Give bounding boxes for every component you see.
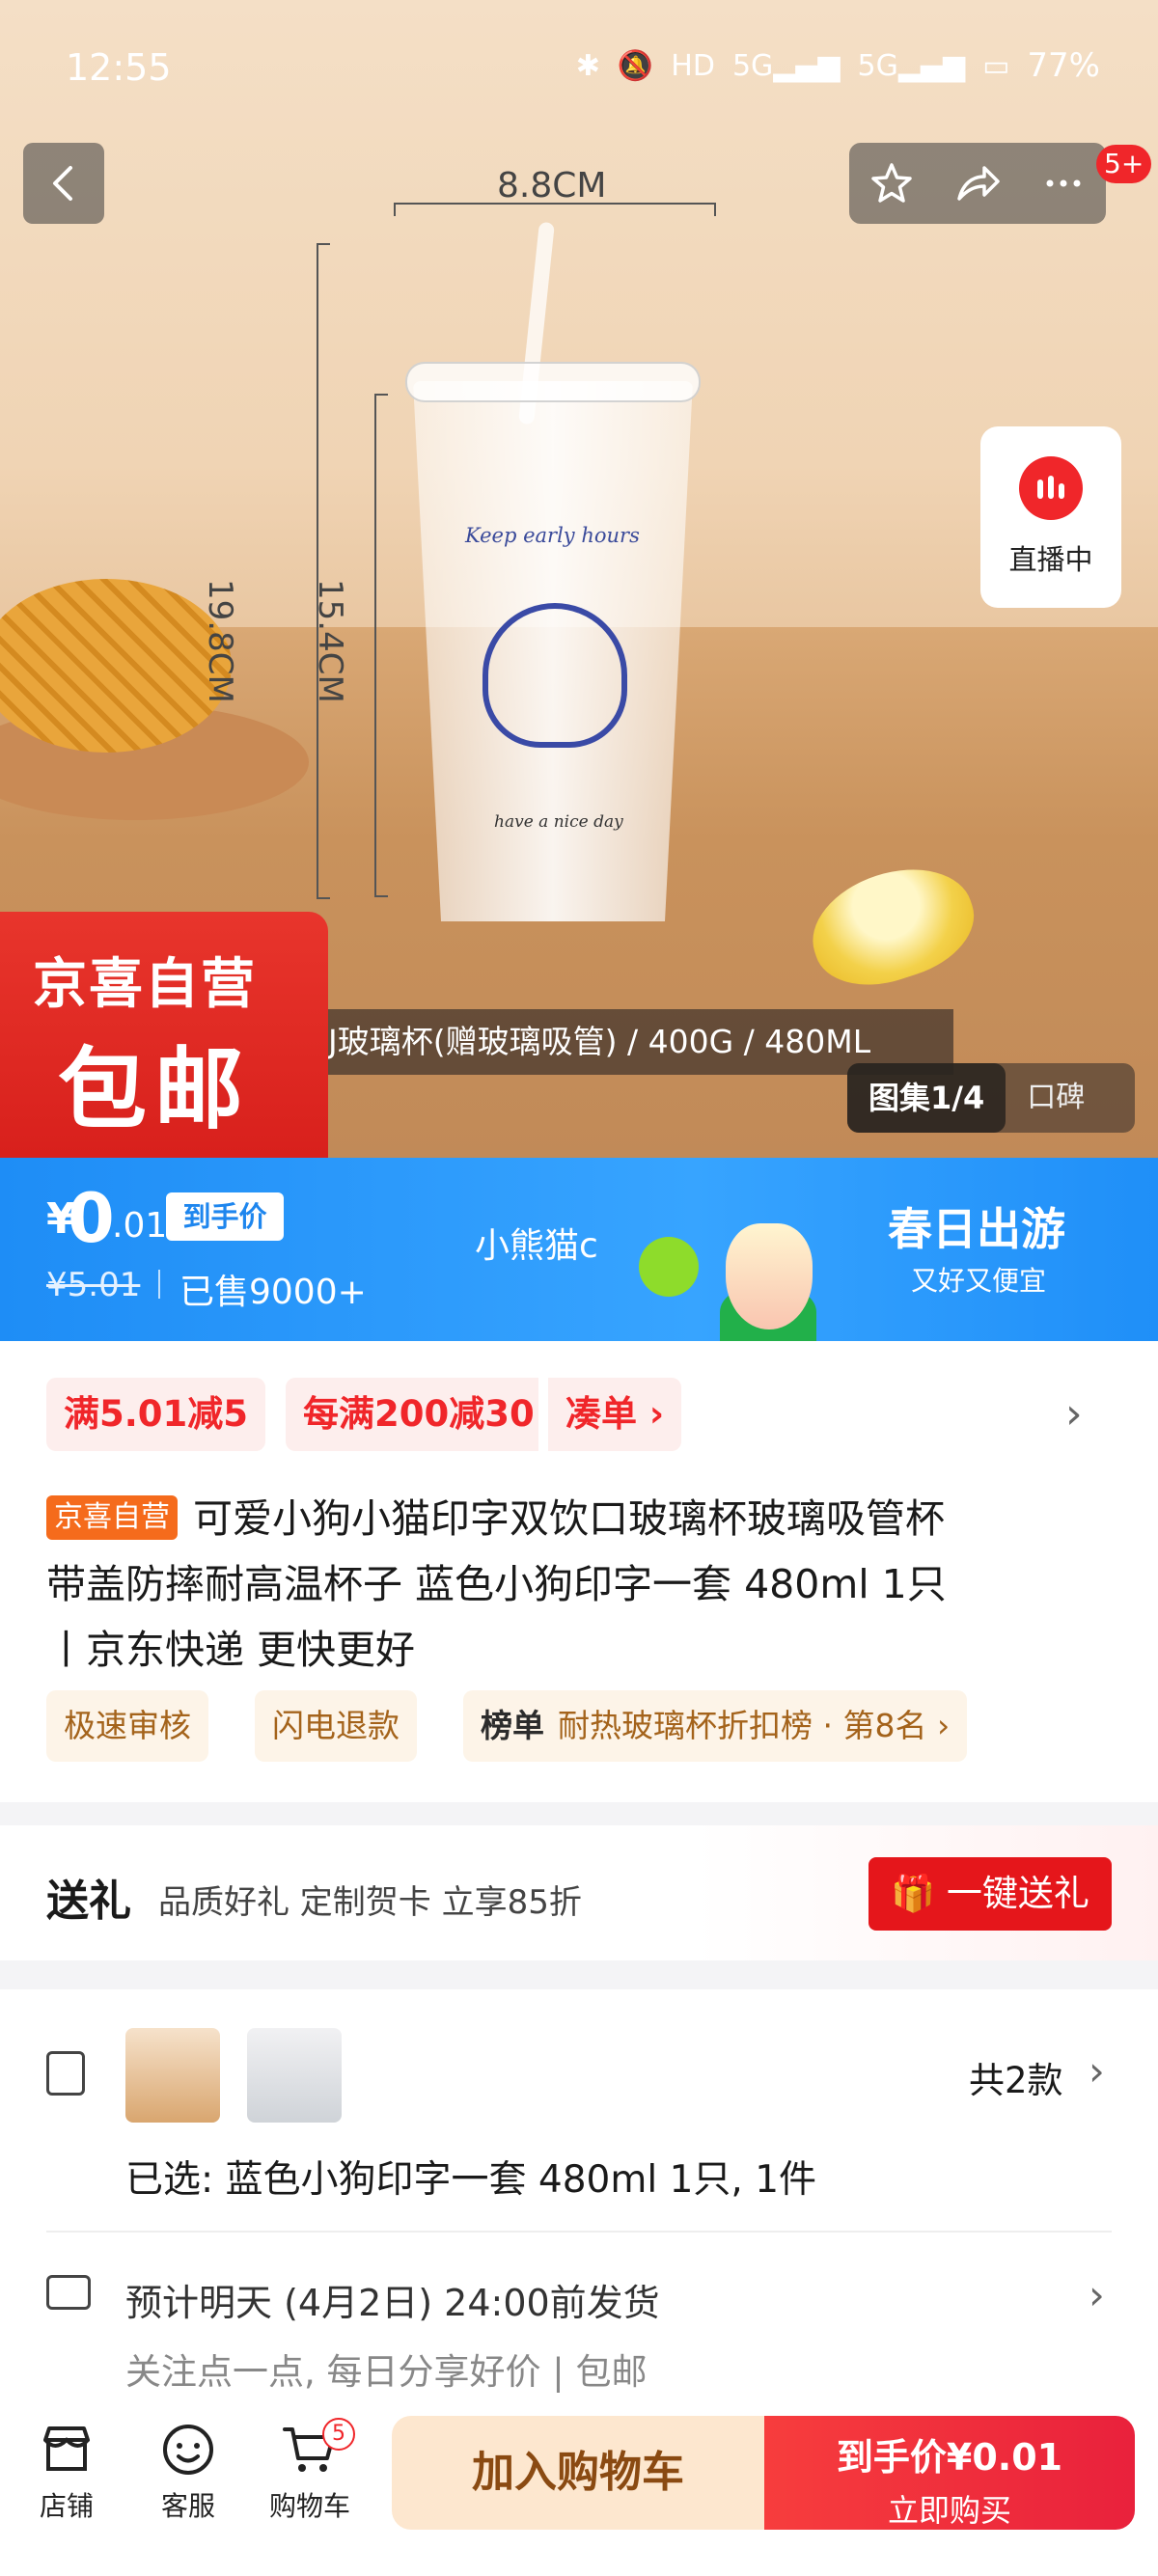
promo-watermark: 小熊猫c <box>475 1226 598 1266</box>
glass-print-bottom: have a nice day <box>494 812 623 832</box>
back-button[interactable] <box>23 143 104 224</box>
total-height-label: 19.8CM <box>201 579 239 703</box>
battery-icon: ▭ <box>982 48 1010 83</box>
shipping-estimate[interactable]: 预计明天 (4月2日) 24:00前发货 <box>125 2273 660 2326</box>
product-page: 8.8CM 19.8CM 15.4CM Keep early hours hav… <box>0 0 1158 2576</box>
variant-thumbnail-2[interactable] <box>247 2028 342 2123</box>
hd-icon: HD <box>671 48 715 83</box>
body-height-dimension-line <box>374 394 388 897</box>
price-integer: 0 <box>68 1179 115 1258</box>
variant-thumbnail-1[interactable] <box>125 2028 220 2123</box>
tulip-decoration <box>726 1223 813 1329</box>
share-icon[interactable] <box>953 160 1002 206</box>
clover-decoration <box>639 1237 699 1297</box>
coupon-per-200[interactable]: 每满200减30 <box>286 1378 538 1451</box>
bluetooth-icon: ✱ <box>575 48 600 83</box>
product-title-line2[interactable]: 带盖防摔耐高温杯子 蓝色小狗印字一套 480ml 1只 <box>46 1551 947 1609</box>
chevron-left-icon <box>53 166 72 201</box>
title-text-1: 可爱小狗小猫印字双饮口玻璃杯玻璃吸管杯 <box>193 1495 945 1542</box>
variant-count[interactable]: 共2款 <box>969 2051 1063 2103</box>
jingxi-free-shipping-badge: 京喜自营 包邮 <box>0 912 328 1158</box>
total-height-dimension-line <box>317 243 330 899</box>
gallery-switcher: 图集1/4 口碑 <box>847 1063 1135 1133</box>
badge-line1: 京喜自营 <box>33 953 257 1016</box>
badge-line2: 包邮 <box>58 1038 252 1141</box>
send-gift-label: 一键送礼 <box>946 1873 1089 1914</box>
tab-reviews[interactable]: 口碑 <box>1006 1063 1106 1133</box>
signal-5g-icon: 5G▂▄▆ <box>731 48 841 83</box>
width-dimension-label: 8.8CM <box>497 166 607 206</box>
chevron-right-icon[interactable]: › <box>1089 2047 1105 2095</box>
ranking-label: 榜单 <box>481 1707 544 1744</box>
cart-count-badge: 5 <box>322 2418 355 2451</box>
ranking-value: 耐热玻璃杯折扣榜 · 第8名 › <box>558 1707 951 1744</box>
add-to-cart-button[interactable]: 加入购物车 <box>392 2416 764 2530</box>
chip-fast-review: 极速审核 <box>46 1690 208 1762</box>
buy-now-label: 立即购买 <box>887 2492 1011 2529</box>
chevron-right-icon[interactable]: › <box>1065 1389 1083 1439</box>
glass-lid <box>405 362 701 402</box>
final-price-tag: 到手价 <box>166 1192 284 1241</box>
sold-count: 已售9000+ <box>179 1273 367 1312</box>
chip-flash-refund: 闪电退款 <box>255 1690 417 1762</box>
live-icon <box>1019 456 1083 520</box>
original-price: ¥5.01 <box>46 1266 141 1304</box>
nav-service[interactable]: 客服 <box>135 2422 241 2524</box>
product-title-line3[interactable]: 丨京东快递 更快更好 <box>46 1617 415 1675</box>
star-icon[interactable] <box>868 160 915 206</box>
coupon-full-reduction[interactable]: 满5.01减5 <box>46 1378 266 1451</box>
message-count-badge: 5+ <box>1096 145 1152 183</box>
coupon-add-on-link[interactable]: 凑单 › <box>548 1378 682 1451</box>
live-label: 直播中 <box>1008 543 1093 576</box>
selected-variant[interactable]: 已选: 蓝色小狗印字一套 480ml 1只, 1件 <box>125 2150 816 2204</box>
gift-subtitle: 品质好礼 定制贺卡 立享85折 <box>158 1883 582 1922</box>
ranking-chip[interactable]: 榜单 耐热玻璃杯折扣榜 · 第8名 › <box>463 1690 968 1762</box>
nav-store[interactable]: 店铺 <box>14 2422 120 2524</box>
truck-icon <box>46 2275 91 2310</box>
send-gift-button[interactable]: 🎁 一键送礼 <box>868 1857 1112 1931</box>
tab-gallery[interactable]: 图集1/4 <box>847 1063 1006 1133</box>
buy-now-button[interactable]: 到手价¥0.01 立即购买 <box>764 2416 1135 2530</box>
glass-print-top: Keep early hours <box>465 524 640 547</box>
mute-icon: 🔕 <box>617 48 654 83</box>
customer-service-icon <box>160 2422 216 2478</box>
nav-cart-label: 购物车 <box>268 2490 350 2522</box>
chevron-right-icon[interactable]: › <box>1089 2271 1105 2318</box>
selection-icon <box>46 2051 85 2096</box>
status-bar: 12:55 ✱ 🔕 HD 5G▂▄▆ 5G▂▄▆ ▭ 77% <box>0 0 1158 135</box>
product-title-line1[interactable]: 京喜自营 可爱小狗小猫印字双饮口玻璃杯玻璃吸管杯 <box>46 1486 945 1544</box>
gift-icon: 🎁 <box>891 1873 947 1914</box>
nav-store-label: 店铺 <box>39 2490 94 2522</box>
jingxi-tag: 京喜自营 <box>46 1495 178 1540</box>
shipping-note: 关注点一点, 每日分享好价 | 包邮 <box>125 2351 648 2393</box>
spring-banner-title: 春日出游 <box>888 1203 1065 1255</box>
price-decimal: .01 <box>112 1206 168 1246</box>
more-icon[interactable] <box>1040 160 1087 206</box>
status-time: 12:55 <box>66 46 172 89</box>
buy-now-price: 到手价¥0.01 <box>836 2436 1063 2479</box>
price-divider <box>158 1270 160 1299</box>
status-icons: ✱ 🔕 HD 5G▂▄▆ 5G▂▄▆ ▭ 77% <box>576 46 1100 85</box>
store-icon <box>39 2422 95 2478</box>
top-action-group <box>849 143 1106 224</box>
gift-title: 送礼 <box>46 1877 131 1926</box>
dog-print-illustration <box>482 603 627 748</box>
battery-percent: 77% <box>1027 46 1100 85</box>
spring-banner-subtitle: 又好又便宜 <box>911 1265 1047 1297</box>
body-height-label: 15.4CM <box>311 579 349 703</box>
signal-5g-icon-2: 5G▂▄▆ <box>857 48 966 83</box>
divider <box>46 2231 1112 2233</box>
live-stream-button[interactable]: 直播中 <box>980 426 1121 608</box>
nav-service-label: 客服 <box>160 2490 215 2522</box>
